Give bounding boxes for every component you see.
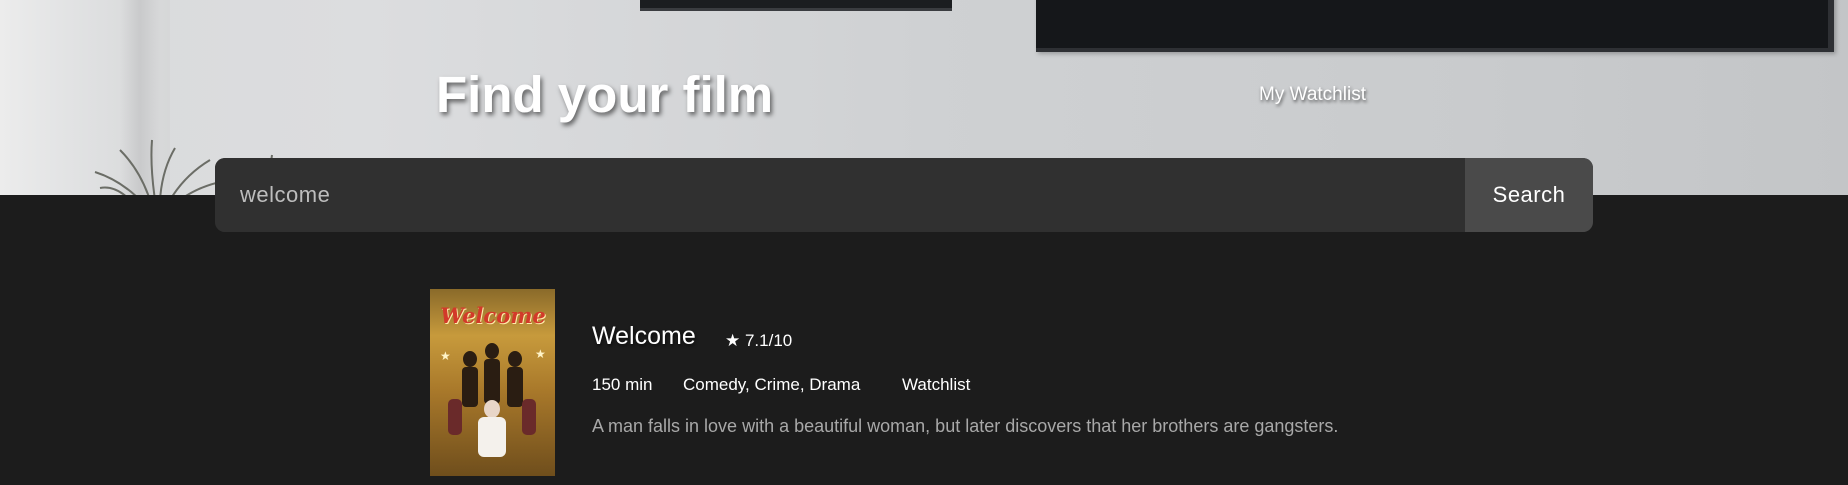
movie-poster[interactable]: Welcome ★ ★ ✦	[430, 289, 555, 476]
movie-runtime: 150 min	[592, 375, 653, 394]
page: Find your film My Watchlist Search Welco…	[0, 0, 1848, 485]
movie-genres: Comedy, Crime, Drama	[683, 375, 861, 394]
hero-picture-frame-large	[1036, 0, 1834, 52]
movie-title[interactable]: Welcome	[592, 322, 696, 351]
movie-rating: ★ 7.1/10	[725, 331, 793, 350]
hero-picture-frame	[640, 0, 952, 11]
page-title: Find your film	[436, 66, 774, 123]
search-input[interactable]	[215, 158, 1465, 232]
movie-result: Welcome ★ ★ ✦	[430, 289, 1430, 479]
poster-figures	[448, 343, 536, 457]
search-button[interactable]: Search	[1465, 158, 1593, 232]
my-watchlist-link[interactable]: My Watchlist	[1259, 84, 1366, 106]
movie-description: A man falls in love with a beautiful wom…	[592, 416, 1339, 436]
add-to-watchlist-button[interactable]: Watchlist	[902, 375, 970, 395]
search-bar: Search	[215, 158, 1593, 232]
